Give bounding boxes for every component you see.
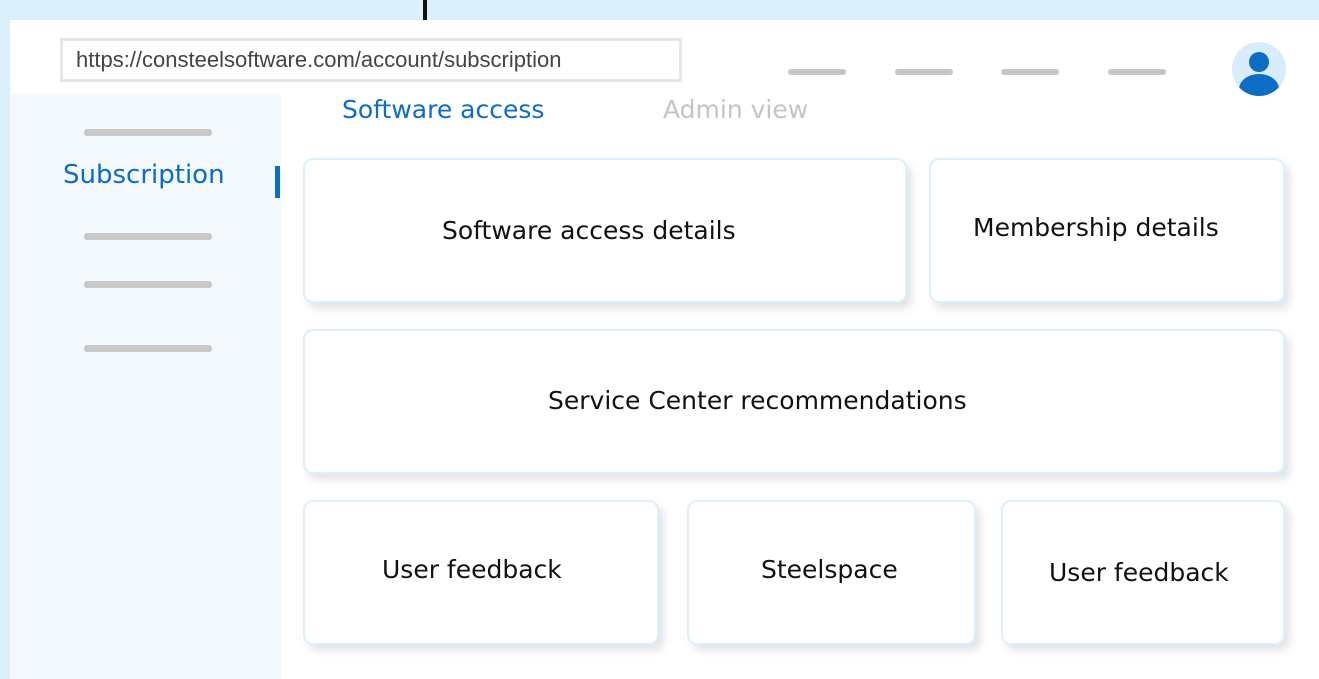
sidebar-item-placeholder-1[interactable] <box>84 129 212 136</box>
browser-window: https://consteelsoftware.com/account/sub… <box>10 20 1319 679</box>
software-access-details-card[interactable]: Software access details <box>303 158 907 303</box>
sidebar-active-indicator <box>275 166 280 198</box>
card-title: User feedback <box>1049 558 1229 587</box>
sidebar: Subscription <box>10 94 281 679</box>
user-feedback-card-2[interactable]: User feedback <box>1001 500 1285 645</box>
service-center-card[interactable]: Service Center recommendations <box>303 329 1285 474</box>
card-title: User feedback <box>382 555 562 584</box>
sidebar-item-subscription[interactable]: Subscription <box>63 160 225 190</box>
card-title: Service Center recommendations <box>548 386 967 415</box>
address-bar[interactable]: https://consteelsoftware.com/account/sub… <box>60 38 682 82</box>
sidebar-item-placeholder-4[interactable] <box>84 345 212 352</box>
nav-placeholder-3[interactable] <box>1001 69 1059 75</box>
card-title: Steelspace <box>761 555 898 584</box>
tab-software-access[interactable]: Software access <box>342 95 544 124</box>
steelspace-card[interactable]: Steelspace <box>687 500 976 645</box>
user-feedback-card[interactable]: User feedback <box>303 500 659 645</box>
user-avatar-icon[interactable] <box>1232 42 1286 96</box>
nav-placeholder-4[interactable] <box>1108 69 1166 75</box>
url-text: https://consteelsoftware.com/account/sub… <box>76 47 562 72</box>
nav-placeholder-2[interactable] <box>895 69 953 75</box>
tab-admin-view[interactable]: Admin view <box>663 95 808 124</box>
nav-placeholder-1[interactable] <box>788 69 846 75</box>
membership-details-card[interactable]: Membership details <box>929 158 1285 303</box>
sidebar-item-placeholder-3[interactable] <box>84 281 212 288</box>
card-title: Software access details <box>442 216 736 245</box>
card-title: Membership details <box>973 213 1219 242</box>
sidebar-item-placeholder-2[interactable] <box>84 233 212 240</box>
